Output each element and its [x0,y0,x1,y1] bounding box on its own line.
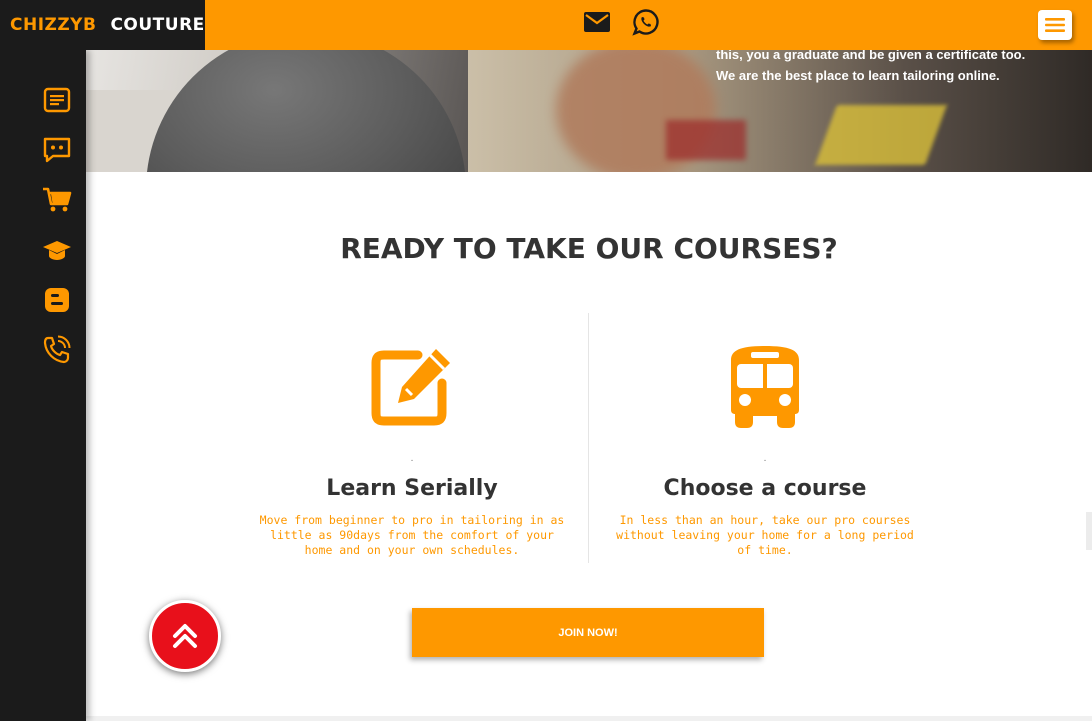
edit-icon [247,340,577,430]
hero-shape [666,120,746,160]
double-chevron-up-icon [173,624,197,648]
top-header: CHIZZYB COUTURE [0,0,1092,50]
sidebar-item-contact[interactable] [40,333,74,367]
hamburger-menu-icon[interactable] [1038,10,1072,40]
footer-divider [86,716,1092,721]
feature-title: Choose a course [663,476,867,501]
whatsapp-icon[interactable] [631,7,661,37]
hero-shape [146,30,466,172]
feature-dot: . [763,453,767,464]
sidebar-item-chat[interactable] [40,133,74,167]
scrollbar-thumb[interactable] [1086,512,1092,550]
sidebar-nav [0,50,86,721]
sidebar-item-courses[interactable] [40,233,74,267]
hero-text-line: We are the best place to learn tailoring… [716,68,1000,83]
brand-logo[interactable]: CHIZZYB COUTURE [0,0,205,50]
brand-name-part2: COUTURE [110,15,205,35]
hero-shape [815,105,947,165]
sidebar-item-articles[interactable] [40,83,74,117]
column-divider [588,313,589,563]
article-icon [43,87,71,113]
feature-choose-course: . Choose a course In less than an hour, … [600,340,930,558]
feature-dot: . [410,453,414,464]
sidebar-item-shop[interactable] [40,183,74,217]
hero-text: this, you a graduate and be given a cert… [716,44,1086,86]
feature-description: Move from beginner to pro in tailoring i… [259,513,565,557]
graduation-cap-icon [43,241,71,260]
section-title: READY TO TAKE OUR COURSES? [340,232,838,265]
join-now-button[interactable]: JOIN NOW! [412,608,764,657]
bus-icon [600,340,930,430]
feature-description: In less than an hour, take our pro cours… [616,513,914,557]
feature-title: Learn Serially [326,476,498,501]
feature-learn-serially: . Learn Serially Move from beginner to p… [247,340,577,558]
sidebar-item-blog[interactable] [40,283,74,317]
cart-icon [43,187,72,212]
phone-icon [43,335,71,364]
scroll-to-top-button[interactable] [149,600,221,672]
mail-icon[interactable] [582,7,612,37]
chat-icon [43,137,71,163]
blogger-icon [45,288,69,312]
brand-name-part1: CHIZZYB [10,15,97,35]
